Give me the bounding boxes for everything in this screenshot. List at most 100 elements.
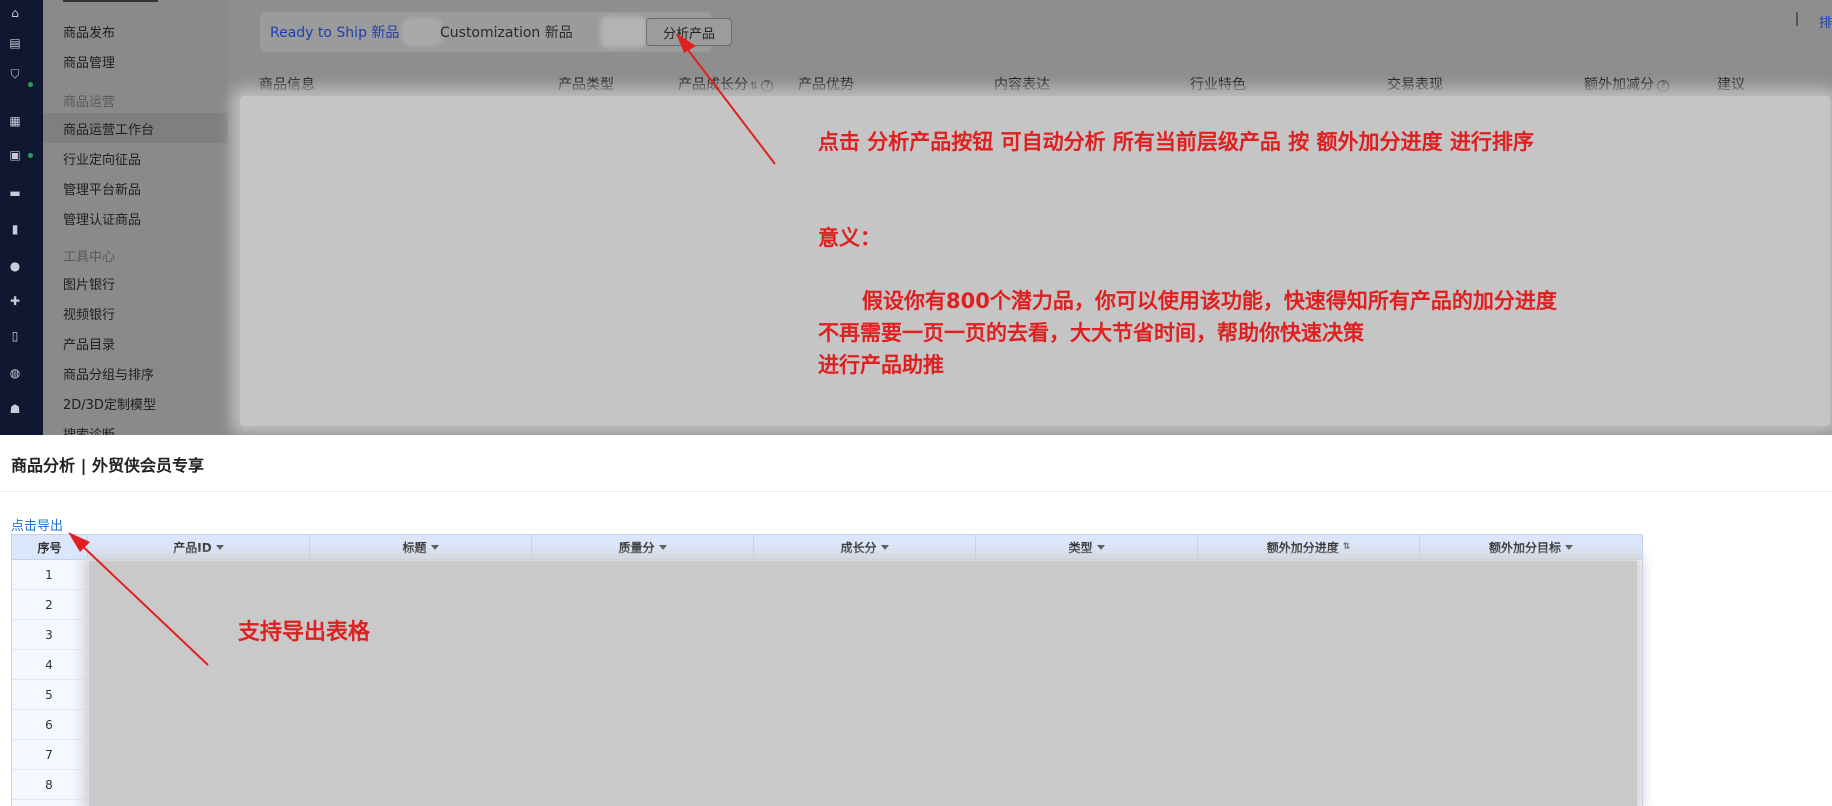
- col-product-type: 产品类型: [558, 77, 614, 93]
- menu-divider: [63, 0, 158, 2]
- sidebar-item-grouping[interactable]: 商品分组与排序: [63, 364, 154, 383]
- col-suggestion: 建议: [1717, 77, 1745, 93]
- robot-icon[interactable]: ☗: [0, 400, 30, 418]
- chevron-down-icon[interactable]: [880, 544, 889, 550]
- col-quality-score[interactable]: 质量分: [532, 535, 754, 559]
- sidebar-item-video-bank[interactable]: 视频银行: [63, 304, 115, 323]
- analysis-table: 序号 产品ID 标题 质量分 成长分 类型 额外加分进度 ⇅ 额外加分目标 1 2…: [11, 534, 1643, 806]
- annotation-meaning-line2: 不再需要一页一页的去看，大大节省时间，帮助你快速决策: [818, 321, 1364, 345]
- col-product-info: 商品信息: [259, 77, 315, 93]
- col-extra-target-label: 额外加分目标: [1488, 540, 1561, 555]
- share-icon[interactable]: ✚: [0, 292, 30, 310]
- col-growth-label: 成长分: [840, 540, 877, 555]
- blurred-count: [600, 16, 646, 48]
- analyze-products-button[interactable]: 分析产品: [646, 18, 732, 46]
- col-growth-score-label: 产品成长分: [678, 77, 748, 93]
- help-icon[interactable]: ?: [1657, 80, 1669, 92]
- panel-title: 商品分析 | 外贸侠会员专享: [11, 456, 204, 475]
- chevron-down-icon[interactable]: [1096, 544, 1105, 550]
- sidebar-group-tools: 工具中心: [63, 250, 116, 265]
- col-industry: 行业特色: [1190, 77, 1246, 93]
- status-dot: [28, 153, 33, 158]
- sidebar-item-industry[interactable]: 行业定向征品: [63, 149, 141, 168]
- col-index: 序号: [12, 535, 88, 559]
- col-type-label: 类型: [1068, 540, 1093, 555]
- sort-icon[interactable]: ⇅: [1343, 542, 1351, 552]
- index-column: 1 2 3 4 5 6 7 8: [11, 560, 87, 806]
- shield-icon[interactable]: ⛉: [0, 65, 30, 83]
- chevron-down-icon[interactable]: [1565, 544, 1573, 550]
- table-border: [1642, 534, 1643, 806]
- annotation-meaning-line1: 假设你有800个潜力品，你可以使用该功能，快速得知所有产品的加分进度: [862, 289, 1557, 313]
- apps-icon[interactable]: ▦: [0, 112, 30, 130]
- home-icon[interactable]: ⌂: [0, 4, 30, 22]
- dimmed-app-region: ⌂ ▤ ⛉ ▦ ▣ ▬ ▮ ● ✚ ▯ ◍ ☗ 商品发布 商品管理 商品运营 商…: [0, 0, 1832, 435]
- users-icon[interactable]: ●: [0, 257, 30, 275]
- row-index: 7: [12, 740, 86, 770]
- col-title[interactable]: 标题: [310, 535, 532, 559]
- annotation-analyze: 点击 分析产品按钮 可自动分析 所有当前层级产品 按 额外加分进度 进行排序: [818, 130, 1534, 154]
- product-table-header: 商品信息 产品类型 产品成长分 ⇅? 产品优势 内容表达 行业特色 交易表现 额外…: [228, 74, 1832, 98]
- divider: [1796, 12, 1798, 26]
- status-dot: [28, 82, 33, 87]
- col-content: 内容表达: [994, 77, 1050, 93]
- sidebar-item-search-diagnosis[interactable]: 搜索诊断: [63, 424, 115, 435]
- col-extra-progress-label: 额外加分进度: [1266, 540, 1339, 555]
- sidebar-group-operations: 商品运营: [63, 95, 116, 110]
- export-link[interactable]: 点击导出: [11, 515, 63, 534]
- row-index: 6: [12, 710, 86, 740]
- col-advantage: 产品优势: [798, 77, 854, 93]
- col-type[interactable]: 类型: [976, 535, 1198, 559]
- globe-icon[interactable]: ◍: [0, 364, 30, 382]
- blurred-count: [402, 18, 442, 46]
- sort-link[interactable]: 排: [1819, 12, 1832, 31]
- main-content: Ready to Ship 新品 Customization 新品 分析产品 商…: [228, 0, 1832, 435]
- annotation-export: 支持导出表格: [238, 620, 371, 645]
- col-index-label: 序号: [37, 540, 62, 555]
- col-extra-score-label: 额外加减分: [1584, 77, 1654, 93]
- col-trade: 交易表现: [1387, 77, 1443, 93]
- side-menu: 商品发布 商品管理 商品运营 商品运营工作台 行业定向征品 管理平台新品 管理认…: [43, 0, 228, 435]
- row-index: 5: [12, 680, 86, 710]
- panel-divider: [0, 491, 1832, 492]
- clipboard-icon[interactable]: ▯: [0, 327, 30, 345]
- row-index: 8: [12, 770, 86, 800]
- tab-ready-to-ship[interactable]: Ready to Ship 新品: [270, 22, 399, 42]
- chat-icon[interactable]: ▬: [0, 184, 30, 202]
- row-index: 1: [12, 560, 86, 590]
- tab-bar: Ready to Ship 新品 Customization 新品 分析产品: [260, 12, 732, 52]
- sidebar-item-manage[interactable]: 商品管理: [63, 52, 115, 71]
- col-extra-target[interactable]: 额外加分目标: [1420, 535, 1642, 559]
- col-extra-score: 额外加减分?: [1584, 74, 1669, 94]
- col-product-id[interactable]: 产品ID: [88, 535, 310, 559]
- col-product-id-label: 产品ID: [173, 540, 212, 555]
- annotation-meaning-line3: 进行产品助推: [818, 353, 944, 377]
- blurred-analysis-rows: [89, 561, 1637, 806]
- sidebar-item-new-products[interactable]: 管理平台新品: [63, 179, 141, 198]
- sidebar-item-certified[interactable]: 管理认证商品: [63, 209, 141, 228]
- sidebar-item-3d-model[interactable]: 2D/3D定制模型: [63, 394, 156, 413]
- chevron-down-icon[interactable]: [215, 544, 224, 550]
- icon-rail: ⌂ ▤ ⛉ ▦ ▣ ▬ ▮ ● ✚ ▯ ◍ ☗: [0, 0, 43, 435]
- annotation-meaning-title: 意义：: [818, 226, 881, 250]
- col-growth[interactable]: 成长分: [754, 535, 976, 559]
- analysis-table-header: 序号 产品ID 标题 质量分 成长分 类型 额外加分进度 ⇅ 额外加分目标: [11, 534, 1643, 560]
- row-index: 2: [12, 590, 86, 620]
- sidebar-item-image-bank[interactable]: 图片银行: [63, 274, 115, 293]
- col-growth-score[interactable]: 产品成长分 ⇅?: [678, 74, 774, 94]
- bar-chart-icon[interactable]: ▮: [0, 220, 30, 238]
- sidebar-item-publish[interactable]: 商品发布: [63, 22, 115, 41]
- chevron-down-icon[interactable]: [430, 544, 439, 550]
- calendar-icon[interactable]: ▣: [0, 146, 30, 164]
- store-icon[interactable]: ▤: [0, 34, 30, 52]
- row-index: 3: [12, 620, 86, 650]
- sidebar-item-catalog[interactable]: 产品目录: [63, 334, 115, 353]
- help-icon[interactable]: ?: [761, 80, 774, 92]
- col-extra-progress[interactable]: 额外加分进度 ⇅: [1198, 535, 1420, 559]
- chevron-down-icon[interactable]: [658, 544, 667, 550]
- sidebar-item-workbench[interactable]: 商品运营工作台: [63, 119, 154, 138]
- col-quality-score-label: 质量分: [618, 540, 655, 555]
- sort-icon[interactable]: ⇅: [750, 81, 758, 92]
- row-index: 4: [12, 650, 86, 680]
- tab-customization[interactable]: Customization 新品: [440, 22, 573, 42]
